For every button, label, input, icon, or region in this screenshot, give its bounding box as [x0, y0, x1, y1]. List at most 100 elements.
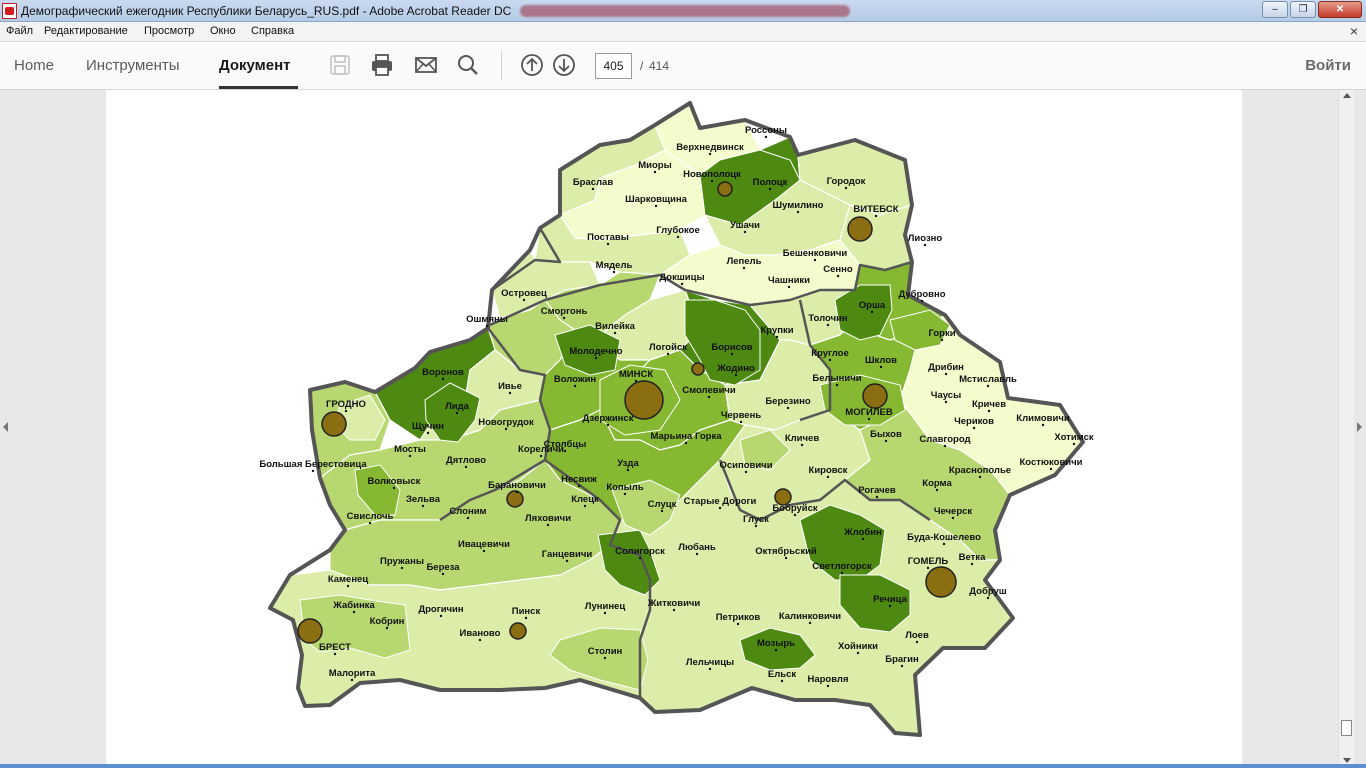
map-label: Новогрудок: [478, 417, 534, 428]
map-label: Ганцевичи: [542, 549, 593, 560]
place-dot: [672, 608, 676, 612]
sign-in-button[interactable]: Войти: [1305, 57, 1351, 74]
document-page: Россоны Верхнедвинск Миоры Новополоцк Полоцк…: [106, 90, 1242, 766]
expand-left-panel-icon[interactable]: [3, 422, 8, 432]
place-dot: [856, 651, 860, 655]
menu-help[interactable]: Справка: [251, 25, 294, 37]
print-icon[interactable]: [370, 53, 394, 77]
place-dot: [835, 383, 839, 387]
place-dot: [870, 310, 874, 314]
place-dot: [583, 504, 587, 508]
search-icon[interactable]: [456, 53, 480, 77]
map-label: БРЕСТ: [319, 642, 351, 653]
place-dot: [482, 549, 486, 553]
place-dot: [439, 614, 443, 618]
place-dot: [951, 516, 955, 520]
map-label: Бешенковичи: [783, 248, 848, 259]
place-dot: [840, 571, 844, 575]
place-dot: [478, 638, 482, 642]
map-label: Дрогичин: [418, 604, 464, 615]
tab-home[interactable]: Home: [14, 57, 54, 74]
city-marker-Барановичи: [506, 490, 524, 508]
place-dot: [943, 444, 947, 448]
menu-edit[interactable]: Редактирование: [44, 25, 128, 37]
scroll-up-icon[interactable]: [1343, 93, 1351, 98]
map-label: Костюковичи: [1020, 457, 1083, 468]
map-label: Воложин: [554, 374, 597, 385]
map-label: Пружаны: [380, 556, 424, 567]
place-dot: [1072, 442, 1076, 446]
place-dot: [920, 299, 924, 303]
menu-file[interactable]: Файл: [6, 25, 33, 37]
map-label: Чашники: [768, 275, 810, 286]
tab-tools[interactable]: Инструменты: [86, 57, 180, 74]
city-marker-ВИТЕБСК: [847, 216, 873, 242]
menu-window[interactable]: Окно: [210, 25, 236, 37]
map-label: Дятлово: [446, 455, 486, 466]
map-label: Кобрин: [370, 616, 405, 627]
place-dot: [485, 324, 489, 328]
minimize-button[interactable]: ‒: [1262, 1, 1288, 18]
place-dot: [764, 135, 768, 139]
place-dot: [368, 521, 372, 525]
map-label: Зельва: [406, 494, 441, 505]
expand-right-panel-icon[interactable]: [1357, 422, 1362, 432]
map-label: Жабинка: [332, 600, 375, 611]
place-dot: [774, 648, 778, 652]
vertical-scrollbar[interactable]: [1338, 90, 1354, 766]
blurred-title-area: [520, 5, 850, 17]
save-icon[interactable]: [328, 53, 352, 77]
place-dot: [400, 566, 404, 570]
place-dot: [944, 400, 948, 404]
email-icon[interactable]: [414, 53, 438, 77]
close-button[interactable]: ✕: [1318, 1, 1362, 18]
map-label: Круглое: [811, 348, 848, 359]
place-dot: [844, 186, 848, 190]
map-label: Бобруйск: [772, 503, 818, 514]
place-dot: [879, 365, 883, 369]
map-label: Сенно: [823, 264, 853, 275]
close-document-icon[interactable]: ×: [1350, 23, 1358, 39]
scroll-thumb[interactable]: [1341, 720, 1352, 736]
acrobat-app-icon: [2, 3, 17, 19]
map-label: Хойники: [838, 641, 878, 652]
map-label: Верхнедвинск: [676, 142, 744, 153]
place-dot: [660, 509, 664, 513]
place-dot: [836, 274, 840, 278]
place-dot: [1049, 467, 1053, 471]
map-label: Чериков: [954, 416, 994, 427]
window-bottom-edge: [0, 764, 1366, 768]
place-dot: [577, 484, 581, 488]
place-dot: [612, 270, 616, 274]
place-dot: [352, 610, 356, 614]
place-dot: [344, 409, 348, 413]
map-label: Малорита: [329, 668, 376, 679]
map-label: Узда: [617, 458, 639, 469]
place-dot: [793, 513, 797, 517]
map-label: Городок: [827, 176, 866, 187]
restore-button[interactable]: ❐: [1290, 1, 1316, 18]
menu-bar: Файл Редактирование Просмотр Окно Справк…: [0, 22, 1366, 42]
place-dot: [940, 338, 944, 342]
place-dot: [786, 406, 790, 410]
map-label: Свислочь: [347, 511, 394, 522]
place-dot: [744, 470, 748, 474]
place-dot: [808, 621, 812, 625]
menu-view[interactable]: Просмотр: [144, 25, 194, 37]
left-panel: [0, 90, 106, 766]
tab-document[interactable]: Документ: [219, 57, 291, 74]
page-down-icon[interactable]: [552, 53, 576, 77]
place-dot: [680, 282, 684, 286]
place-dot: [923, 243, 927, 247]
place-dot: [787, 285, 791, 289]
map-label: Мозырь: [757, 638, 795, 649]
map-label: Ивацевичи: [458, 539, 510, 550]
page-up-icon[interactable]: [520, 53, 544, 77]
scroll-down-icon[interactable]: [1343, 758, 1351, 763]
place-dot: [385, 626, 389, 630]
place-dot: [464, 465, 468, 469]
city-marker-МОГИЛЕВ: [862, 383, 888, 409]
place-dot: [970, 562, 974, 566]
page-number-input[interactable]: 405: [595, 53, 632, 79]
map-label: Большая Берестовица: [259, 459, 367, 470]
